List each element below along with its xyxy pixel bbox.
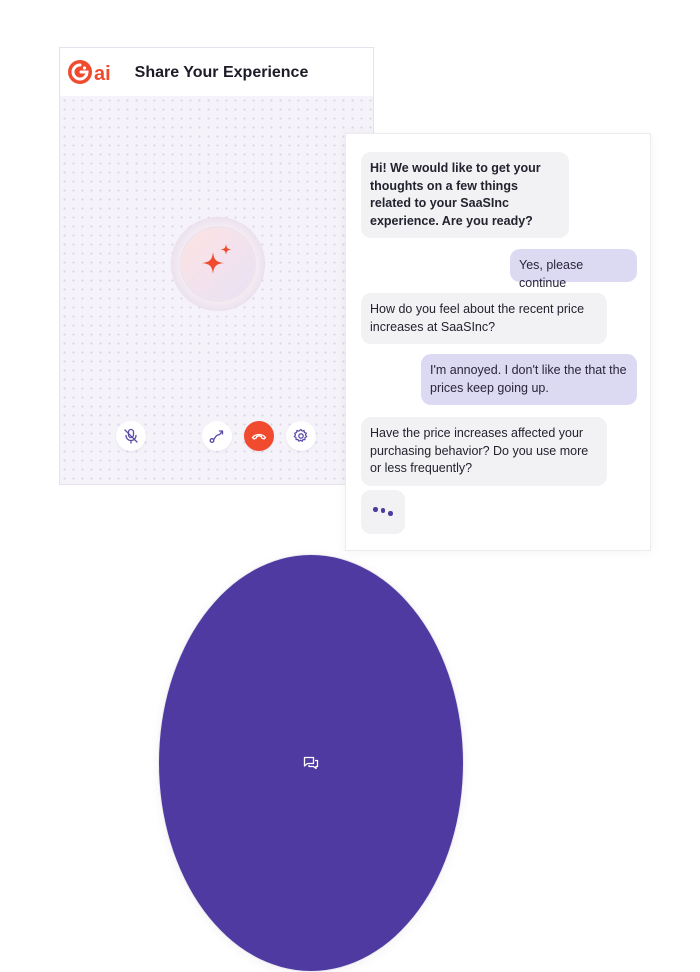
mute-button[interactable] — [116, 421, 146, 451]
settings-button[interactable] — [286, 421, 316, 451]
svg-text:ai: ai — [94, 63, 111, 85]
mic-off-icon — [124, 428, 138, 444]
typing-dot — [388, 511, 393, 516]
ai-orb-core — [182, 228, 254, 300]
route-path-icon — [209, 430, 224, 443]
bot-message: How do you feel about the recent price i… — [361, 293, 607, 344]
route-button[interactable] — [202, 421, 232, 451]
survey-app-window: ai Share Your Experience — [59, 47, 464, 972]
end-call-button[interactable] — [244, 421, 274, 451]
call-controls — [116, 421, 464, 972]
gai-logo: ai — [68, 60, 111, 85]
gear-icon — [293, 428, 308, 442]
chat-bubbles-icon — [303, 756, 319, 770]
app-header: ai Share Your Experience — [60, 48, 373, 97]
typing-indicator — [361, 490, 405, 534]
chat-panel: Hi! We would like to get your thoughts o… — [345, 133, 651, 551]
ai-orb — [172, 218, 264, 310]
sparkle-icon — [202, 244, 232, 274]
typing-dot — [373, 507, 378, 512]
phone-hangup-icon — [251, 433, 267, 440]
bot-message: Hi! We would like to get your thoughts o… — [361, 152, 569, 238]
bot-message: Have the price increases affected your p… — [361, 417, 607, 486]
user-message: Yes, please continue — [510, 249, 637, 290]
typing-dot — [380, 508, 385, 513]
chat-toggle-button[interactable] — [158, 554, 464, 972]
page-title: Share Your Experience — [134, 64, 309, 81]
user-message: I'm annoyed. I don't like the that the p… — [421, 354, 637, 405]
voice-canvas — [60, 96, 464, 972]
